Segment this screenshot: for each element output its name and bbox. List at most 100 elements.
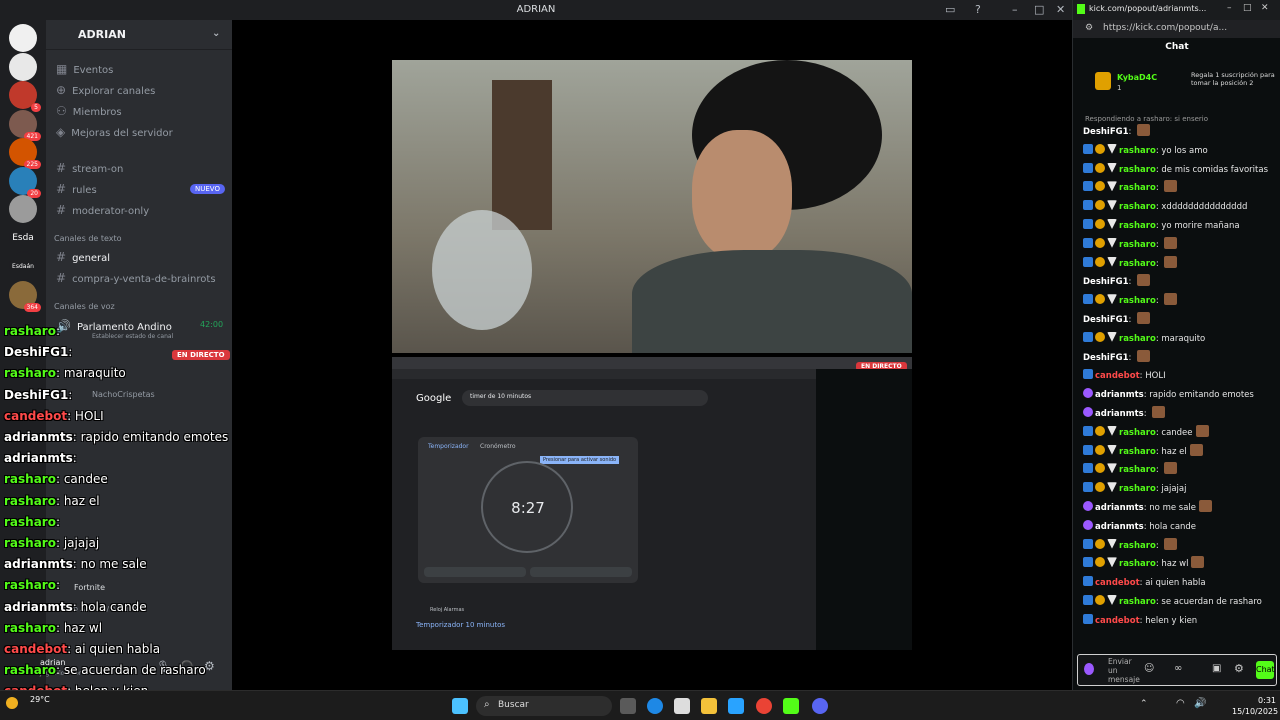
chat-message[interactable]: candebot: HOLI [1083, 368, 1277, 384]
chat-message[interactable]: rasharo: haz el [1083, 443, 1277, 460]
server-icon[interactable]: Esdaán [9, 252, 37, 280]
windows-start-icon[interactable] [452, 698, 468, 714]
server-header[interactable]: ADRIAN ⌄ [46, 20, 232, 50]
chat-message[interactable]: adrianmts: no me sale [1083, 500, 1277, 516]
chat-username[interactable]: DeshiFG1 [1083, 353, 1129, 363]
close-button[interactable]: ✕ [1261, 3, 1269, 13]
maximize-button[interactable]: □ [1034, 3, 1044, 16]
chat-username[interactable]: adrianmts [1095, 503, 1144, 513]
minimize-button[interactable]: – [1012, 3, 1018, 16]
chat-message[interactable]: rasharo: [1083, 255, 1277, 272]
chat-username[interactable]: rasharo [1119, 259, 1156, 269]
pause-button[interactable] [424, 567, 526, 577]
chat-username[interactable]: DeshiFG1 [1083, 277, 1129, 287]
chat-message[interactable]: rasharo: candee [1083, 424, 1277, 441]
chat-username[interactable]: rasharo [1119, 447, 1156, 457]
chat-message[interactable]: adrianmts: rapido emitando emotes [1083, 387, 1277, 403]
chat-message[interactable]: DeshiFG1: [1083, 274, 1277, 290]
channel-general[interactable]: # general [56, 250, 110, 264]
chat-message[interactable]: rasharo: yo los amo [1083, 143, 1277, 159]
chat-username[interactable]: candebot [1095, 578, 1140, 588]
webcam-tile[interactable] [392, 60, 912, 353]
server-icon[interactable]: 5 [9, 81, 41, 112]
help-icon[interactable]: ? [975, 3, 981, 16]
chat-username[interactable]: rasharo [1119, 202, 1156, 212]
chat-username[interactable]: adrianmts [1095, 390, 1144, 400]
server-icon[interactable]: 20 [9, 166, 41, 198]
wifi-icon[interactable]: ◠ [1176, 698, 1185, 709]
chat-username[interactable]: rasharo [1119, 183, 1156, 193]
kick-address-bar[interactable]: ⚙ https://kick.com/popout/a... [1073, 20, 1280, 38]
chat-username[interactable]: DeshiFG1 [1083, 315, 1129, 325]
channel-browse[interactable]: ⊕ Explorar canales [56, 83, 155, 97]
voice-user[interactable]: NachoCrispetas [92, 390, 155, 399]
chat-username[interactable]: rasharo [1119, 165, 1156, 175]
server-icon[interactable] [9, 52, 37, 81]
chat-username[interactable]: rasharo [1119, 240, 1156, 250]
close-button[interactable]: ✕ [1056, 3, 1065, 16]
channel-members[interactable]: ⚇ Miembros [56, 104, 122, 118]
google-search-box[interactable]: timer de 10 minutos [462, 390, 708, 406]
channel-moderator-only[interactable]: # moderator-only [56, 203, 149, 217]
chrome-icon[interactable] [756, 698, 772, 714]
maximize-button[interactable]: □ [1243, 3, 1252, 13]
chat-message[interactable]: rasharo: jajajaj [1083, 481, 1277, 497]
volume-icon[interactable]: 🔊 [1194, 698, 1206, 709]
tab-stopwatch[interactable]: Cronómetro [480, 443, 516, 450]
channel-rules[interactable]: # rules [56, 182, 97, 196]
gift-user[interactable]: KybaD4C [1117, 73, 1157, 82]
channel-stream-on[interactable]: # stream-on [56, 161, 123, 175]
chat-message[interactable]: rasharo: [1083, 180, 1277, 196]
site-info-icon[interactable]: ⚙ [1085, 23, 1093, 33]
chat-username[interactable]: rasharo [1119, 296, 1156, 306]
chat-username[interactable]: rasharo [1119, 484, 1156, 494]
weather-icon[interactable] [6, 697, 18, 709]
store-icon[interactable] [674, 698, 690, 714]
mic-icon[interactable]: 🎙 [156, 660, 170, 673]
chat-message[interactable]: adrianmts: hola cande [1083, 519, 1277, 535]
chat-username[interactable]: DeshiFG1 [1083, 127, 1129, 137]
tab-timer[interactable]: Temporizador [428, 443, 469, 450]
inbox-icon[interactable]: ▭ [945, 3, 955, 16]
category-text[interactable]: Canales de texto [54, 234, 122, 243]
chat-username[interactable]: adrianmts [1095, 409, 1144, 419]
server-icon[interactable] [9, 24, 37, 52]
category-voice[interactable]: Canales de voz [54, 302, 115, 311]
chat-message[interactable]: DeshiFG1: [1083, 124, 1277, 140]
server-icon[interactable]: 225 [9, 138, 41, 169]
tray-chevron-icon[interactable]: ⌃ [1140, 699, 1148, 709]
explorer-icon[interactable] [701, 698, 717, 714]
chat-message[interactable]: candebot: ai quien habla [1083, 575, 1277, 591]
chat-username[interactable]: rasharo [1119, 146, 1156, 156]
chat-message[interactable]: rasharo: [1083, 293, 1277, 309]
reset-button[interactable] [530, 567, 632, 577]
app-icon[interactable] [728, 698, 744, 714]
chat-message[interactable]: rasharo: yo morire mañana [1083, 218, 1277, 234]
chat-message[interactable]: rasharo: se acuerdan de rasharo [1083, 594, 1277, 610]
minimize-button[interactable]: – [1227, 3, 1232, 13]
server-icon[interactable] [9, 195, 37, 223]
chat-username[interactable]: candebot [1095, 371, 1140, 381]
result-title[interactable]: Temporizador 10 minutos [416, 621, 505, 629]
chat-username[interactable]: rasharo [1119, 465, 1156, 475]
emote-icon[interactable]: ☺ [1144, 663, 1154, 674]
chat-username[interactable]: rasharo [1119, 221, 1156, 231]
chat-input[interactable]: Enviar un mensaje ☺ ∞ ▣ ⚙ Chat [1077, 654, 1277, 686]
server-icon[interactable]: 421 [9, 109, 41, 141]
chat-username[interactable]: rasharo [1119, 597, 1156, 607]
chat-username[interactable]: adrianmts [1095, 522, 1144, 532]
chat-message[interactable]: DeshiFG1: [1083, 349, 1277, 366]
task-view-icon[interactable] [620, 698, 636, 714]
discord-icon[interactable] [812, 698, 828, 714]
chat-message[interactable]: candebot: helen y kien [1083, 613, 1277, 629]
chat-message[interactable]: rasharo: haz wl [1083, 556, 1277, 572]
chat-username[interactable]: candebot [1095, 616, 1140, 626]
chat-send-button[interactable]: Chat [1256, 661, 1275, 679]
chat-message[interactable]: rasharo: maraquito [1083, 331, 1277, 347]
screen-share-tile[interactable]: EN DIRECTO Google timer de 10 minutos Te… [392, 357, 912, 650]
edge-icon[interactable] [647, 698, 663, 714]
server-icon[interactable]: 364 [9, 280, 41, 312]
chat-message[interactable]: rasharo: [1083, 236, 1277, 253]
chat-username[interactable]: rasharo [1119, 428, 1156, 438]
chat-message[interactable]: DeshiFG1: [1083, 312, 1277, 328]
